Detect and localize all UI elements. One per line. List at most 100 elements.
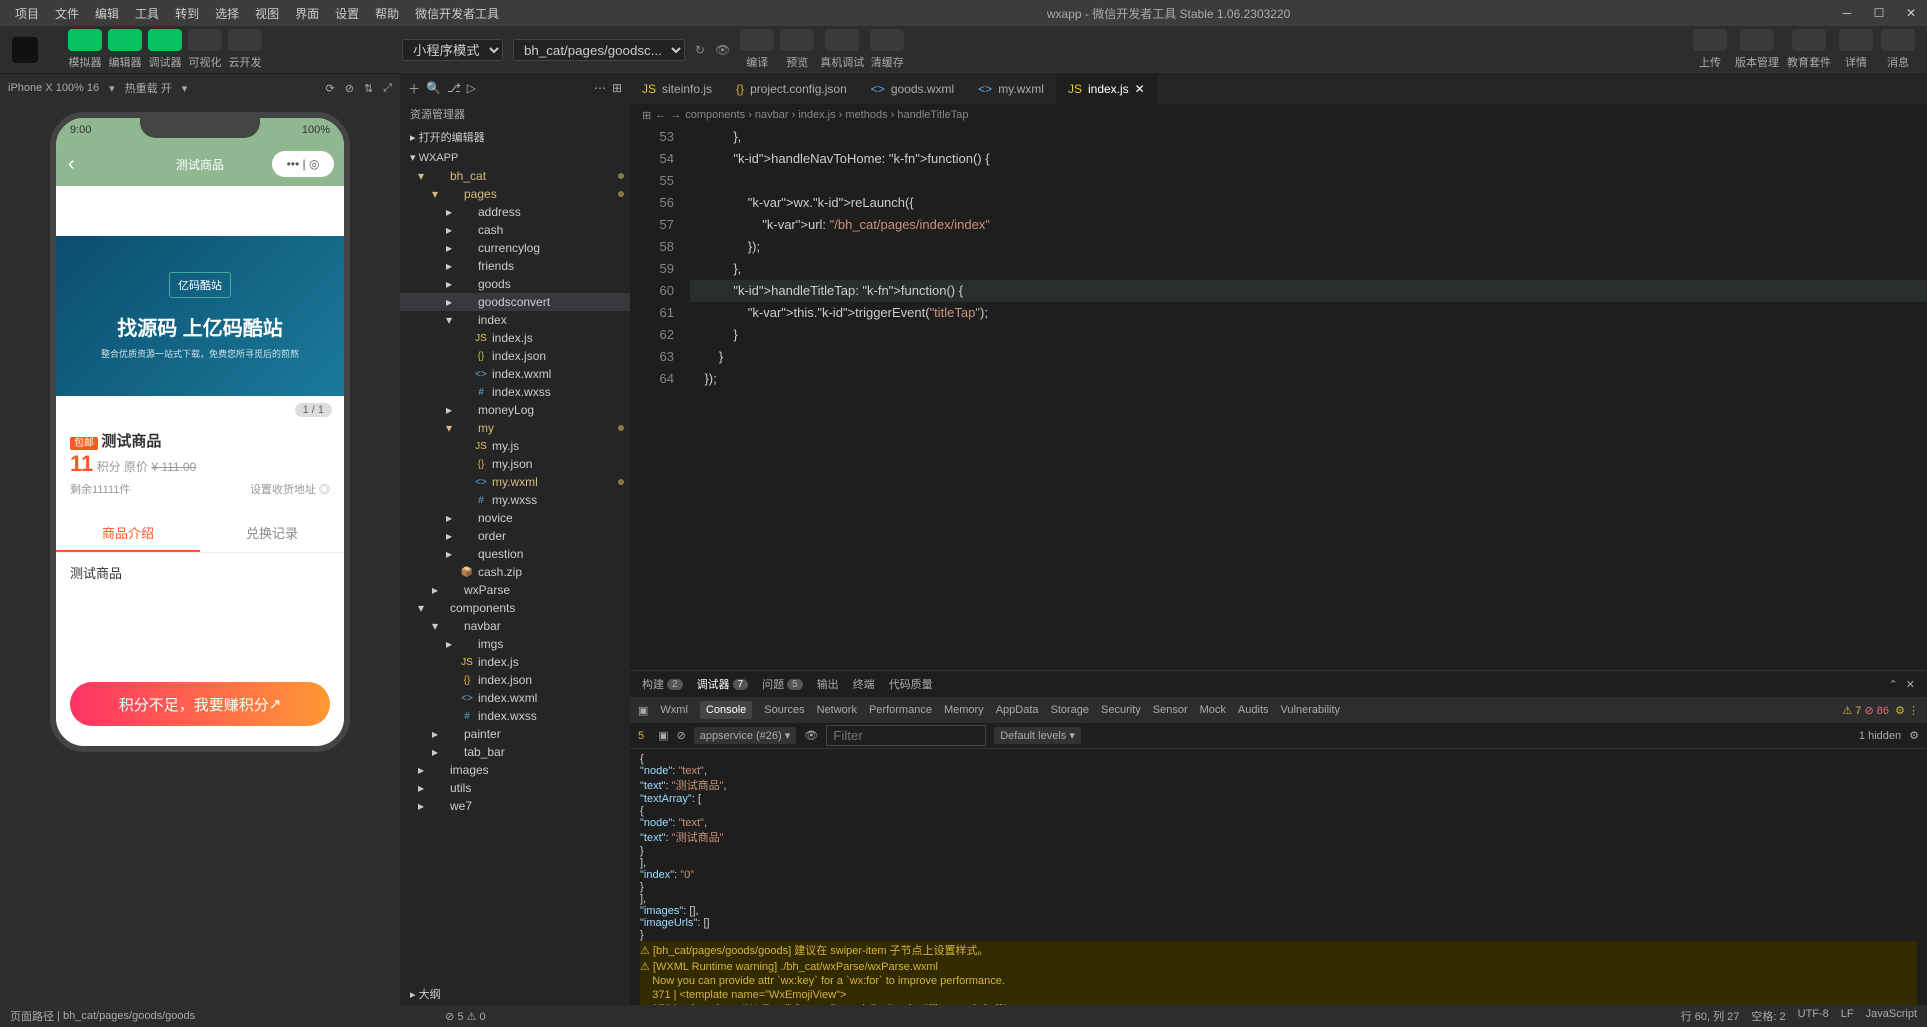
mode-select[interactable]: 小程序模式 <box>402 39 503 61</box>
tree-index.json[interactable]: {}index.json <box>400 347 630 365</box>
language-mode[interactable]: JavaScript <box>1866 1008 1917 1024</box>
console-output[interactable]: { "node": "text", "text": "测试商品", "textA… <box>630 749 1927 1005</box>
devtab-Console[interactable]: Console <box>700 701 752 719</box>
menu-工具[interactable]: 工具 <box>128 2 166 25</box>
console-gear-icon[interactable]: ⚙ <box>1909 729 1919 742</box>
console-eye-icon[interactable]: 👁 <box>804 729 818 742</box>
tree-branch-icon[interactable]: ⎇ <box>447 81 461 95</box>
console-top-icon[interactable]: ▣ <box>658 729 668 742</box>
console-clear-icon[interactable]: ⊘ <box>677 729 686 742</box>
tree-plus-icon[interactable]: ＋ <box>408 80 420 97</box>
tree-index[interactable]: ▾index <box>400 311 630 329</box>
devtools-stats[interactable]: ⚠ 7 ⊘ 86 ⚙ ⋮ <box>1842 704 1919 717</box>
menu-项目[interactable]: 项目 <box>8 2 46 25</box>
panel-tab-终端[interactable]: 终端 <box>853 676 875 692</box>
tab-detail[interactable]: 商品介绍 <box>56 515 200 552</box>
root-section[interactable]: ▾ WXAPP <box>400 148 630 167</box>
console-context[interactable]: appservice (#26) ▾ <box>694 727 797 744</box>
tree-index.json[interactable]: {}index.json <box>400 671 630 689</box>
tree-wxParse[interactable]: ▸wxParse <box>400 581 630 599</box>
status-path[interactable]: bh_cat/pages/goods/goods <box>63 1010 195 1022</box>
menu-文件[interactable]: 文件 <box>48 2 86 25</box>
menu-设置[interactable]: 设置 <box>328 2 366 25</box>
tree-my.json[interactable]: {}my.json <box>400 455 630 473</box>
refresh-icon[interactable]: ↻ <box>695 43 705 57</box>
tab-records[interactable]: 兑换记录 <box>200 515 344 552</box>
close-tab-icon[interactable]: ✕ <box>1135 82 1145 96</box>
tree-painter[interactable]: ▸painter <box>400 725 630 743</box>
tree-novice[interactable]: ▸novice <box>400 509 630 527</box>
toolbar-上传[interactable]: 上传 <box>1693 29 1727 70</box>
open-editors-section[interactable]: ▸ 打开的编辑器 <box>400 126 630 148</box>
toolbar-预览[interactable]: 预览 <box>780 29 814 70</box>
toolbar-消息[interactable]: 消息 <box>1881 29 1915 70</box>
buy-button[interactable]: 积分不足，我要赚积分 ↗ <box>70 682 330 726</box>
tree-imgs[interactable]: ▸imgs <box>400 635 630 653</box>
preview-icon[interactable]: 👁 <box>715 43 730 57</box>
back-icon[interactable]: ‹ <box>68 153 75 176</box>
sim-refresh-icon[interactable]: ⟳ <box>326 82 335 95</box>
status-path-label[interactable]: 页面路径 <box>10 1008 54 1024</box>
phone-simulator[interactable]: 9:00 100% ‹ 测试商品 ••• | ◎ 亿码酷站 找源码 上亿码酷站 … <box>50 112 350 752</box>
devtab-Memory[interactable]: Memory <box>944 704 984 716</box>
toolbar-清缓存[interactable]: 清缓存 <box>870 29 904 70</box>
devtab-Sources[interactable]: Sources <box>764 704 804 716</box>
minimize-button[interactable]: ─ <box>1831 6 1863 20</box>
toolbar-教育套件[interactable]: 教育套件 <box>1787 29 1831 70</box>
toolbar-编辑器[interactable]: 编辑器 <box>108 29 142 70</box>
tree-index.wxml[interactable]: <>index.wxml <box>400 689 630 707</box>
toolbar-版本管理[interactable]: 版本管理 <box>1735 29 1779 70</box>
tree-images[interactable]: ▸images <box>400 761 630 779</box>
maximize-button[interactable]: ☐ <box>1863 6 1895 20</box>
toolbar-真机调试[interactable]: 真机调试 <box>820 29 864 70</box>
tree-cash.zip[interactable]: 📦cash.zip <box>400 563 630 581</box>
tree-navbar[interactable]: ▾navbar <box>400 617 630 635</box>
cursor-position[interactable]: 行 60, 列 27 <box>1681 1008 1740 1024</box>
outline-section[interactable]: ▸ 大纲 <box>400 983 630 1005</box>
console-levels[interactable]: Default levels ▾ <box>994 727 1081 744</box>
panel-up-icon[interactable]: ⌃ <box>1889 678 1898 691</box>
tree-components[interactable]: ▾components <box>400 599 630 617</box>
status-problems[interactable]: ⊘ 5 ⚠ 0 <box>445 1010 485 1023</box>
toolbar-可视化[interactable]: 可视化 <box>188 29 222 70</box>
tree-my.wxml[interactable]: <>my.wxml <box>400 473 630 491</box>
tree-index.js[interactable]: JSindex.js <box>400 329 630 347</box>
capsule-button[interactable]: ••• | ◎ <box>272 151 334 177</box>
toolbar-详情[interactable]: 详情 <box>1839 29 1873 70</box>
tree-tab_bar[interactable]: ▸tab_bar <box>400 743 630 761</box>
tree-goods[interactable]: ▸goods <box>400 275 630 293</box>
tab-my.wxml[interactable]: <>my.wxml <box>966 74 1056 104</box>
panel-tab-调试器[interactable]: 调试器 7 <box>697 676 749 692</box>
indent-setting[interactable]: 空格: 2 <box>1751 1008 1785 1024</box>
tree-goodsconvert[interactable]: ▸goodsconvert <box>400 293 630 311</box>
tree-friends[interactable]: ▸friends <box>400 257 630 275</box>
devtab-Audits[interactable]: Audits <box>1238 704 1269 716</box>
tree-more-icon[interactable]: ⋯ <box>594 81 606 95</box>
tree-my[interactable]: ▾my <box>400 419 630 437</box>
tree-my.js[interactable]: JSmy.js <box>400 437 630 455</box>
breadcrumb[interactable]: components › navbar › index.js › methods… <box>685 109 968 121</box>
eol[interactable]: LF <box>1841 1008 1854 1024</box>
devtab-Storage[interactable]: Storage <box>1051 704 1090 716</box>
menu-微信开发者工具[interactable]: 微信开发者工具 <box>408 2 506 25</box>
devtab-Vulnerability[interactable]: Vulnerability <box>1281 704 1341 716</box>
close-button[interactable]: ✕ <box>1895 6 1927 20</box>
toolbar-编译[interactable]: 编译 <box>740 29 774 70</box>
menu-视图[interactable]: 视图 <box>248 2 286 25</box>
encoding[interactable]: UTF-8 <box>1798 1008 1829 1024</box>
tree-moneyLog[interactable]: ▸moneyLog <box>400 401 630 419</box>
sim-stop-icon[interactable]: ⊘ <box>345 82 354 95</box>
console-filter-input[interactable] <box>826 725 986 746</box>
tree-question[interactable]: ▸question <box>400 545 630 563</box>
devtab-Network[interactable]: Network <box>817 704 857 716</box>
page-select[interactable]: bh_cat/pages/goodsc... <box>513 39 685 61</box>
address-link[interactable]: 设置收货地址 ◎ <box>250 481 330 497</box>
tree-index.wxss[interactable]: #index.wxss <box>400 707 630 725</box>
code-editor[interactable]: 535455565758596061626364 }, "k-id">handl… <box>630 126 1927 670</box>
menu-选择[interactable]: 选择 <box>208 2 246 25</box>
tree-order[interactable]: ▸order <box>400 527 630 545</box>
tree-utils[interactable]: ▸utils <box>400 779 630 797</box>
sim-pop-icon[interactable]: ⤢ <box>383 82 392 95</box>
tree-index.wxml[interactable]: <>index.wxml <box>400 365 630 383</box>
devtab-Performance[interactable]: Performance <box>869 704 932 716</box>
